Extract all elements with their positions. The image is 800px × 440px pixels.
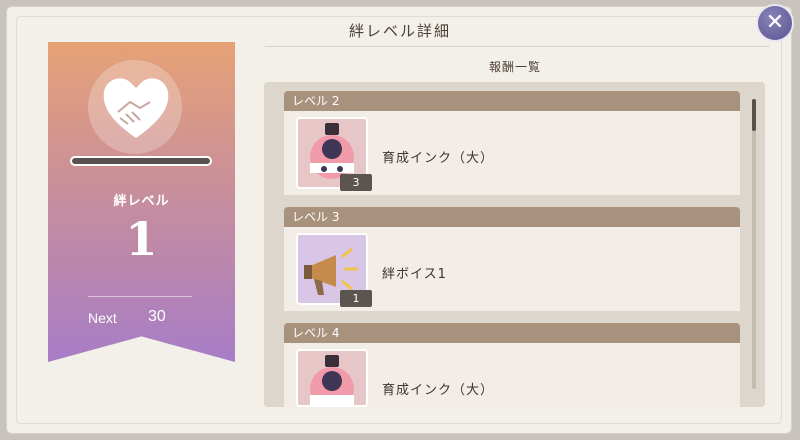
next-value: 30 — [148, 308, 166, 325]
dialog-title: 絆レベル詳細 — [348, 22, 451, 40]
banner-divider — [88, 296, 192, 297]
item-quantity: 3 — [340, 174, 372, 191]
scrollbar-track[interactable] — [752, 99, 756, 389]
kizuna-progress-bar — [70, 156, 212, 166]
item-name: 育成インク（大） — [382, 383, 495, 398]
close-button[interactable]: ✕ — [756, 4, 794, 42]
level-header: レベル 2 — [284, 91, 740, 111]
ink-bottle-icon — [310, 355, 354, 405]
item-name: 育成インク（大） — [382, 151, 495, 166]
kizuna-level-label: 絆レベル — [113, 194, 170, 209]
item-name: 絆ボイス1 — [382, 267, 447, 282]
item-quantity: 1 — [340, 290, 372, 307]
reward-list-title: 報酬一覧 — [488, 60, 541, 74]
next-label: Next — [88, 310, 117, 326]
handshake-heart-icon — [103, 78, 169, 138]
scrollbar-thumb[interactable] — [752, 99, 756, 131]
reward-item[interactable] — [296, 349, 368, 407]
level-header: レベル 3 — [284, 207, 740, 227]
kizuna-level-value: 1 — [125, 212, 158, 266]
close-icon: ✕ — [765, 10, 785, 35]
title-divider — [265, 46, 770, 47]
level-header: レベル 4 — [284, 323, 740, 343]
